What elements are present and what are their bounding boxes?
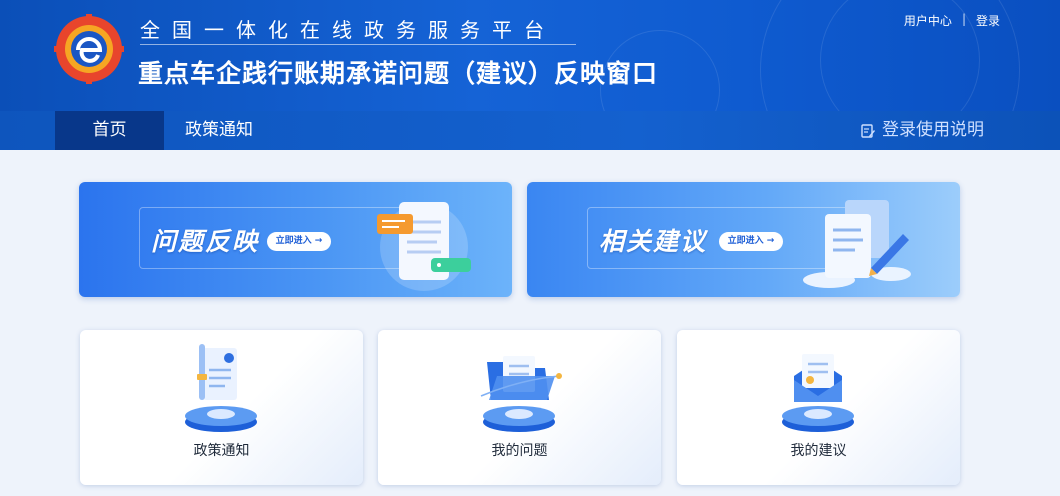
- policy-scroll-icon: [185, 344, 257, 432]
- nav-home[interactable]: 首页: [55, 111, 164, 150]
- page-title: 重点车企践行账期承诺问题（建议）反映窗口: [138, 59, 659, 88]
- main-nav: 首页 政策通知 登录使用说明: [0, 111, 1060, 150]
- card-label: 我的问题: [491, 443, 548, 459]
- header: 全国一体化在线政务服务平台 重点车企践行账期承诺问题（建议）反映窗口 用户中心 …: [0, 0, 1060, 111]
- card-label: 政策通知: [193, 443, 250, 459]
- my-suggestions-card[interactable]: 我的建议: [677, 330, 960, 485]
- login-guide-label: 登录使用说明: [882, 120, 984, 140]
- envelope-letter-icon: [782, 354, 854, 432]
- my-problems-card[interactable]: 我的问题: [378, 330, 661, 485]
- card-label: 我的建议: [790, 443, 847, 459]
- platform-logo-icon: [54, 14, 124, 84]
- policy-notice-card[interactable]: 政策通知: [80, 330, 363, 485]
- enter-now-button[interactable]: 立即进入 →: [719, 232, 783, 251]
- title-divider: [140, 44, 576, 45]
- link-separator: |: [961, 12, 966, 26]
- related-suggestions-banner[interactable]: 相关建议 立即进入 →: [527, 182, 960, 297]
- user-links: 用户中心 | 登录: [904, 12, 1000, 29]
- problem-feedback-banner[interactable]: 问题反映 立即进入 →: [79, 182, 512, 297]
- login-guide-link[interactable]: 登录使用说明: [860, 111, 984, 150]
- document-chat-icon: [377, 202, 471, 291]
- user-center-link[interactable]: 用户中心: [904, 12, 952, 29]
- nav-policy[interactable]: 政策通知: [164, 111, 274, 150]
- login-link[interactable]: 登录: [976, 12, 1000, 29]
- clipboard-pencil-icon: [803, 200, 911, 288]
- banner-title: 相关建议: [599, 227, 708, 256]
- banner-title: 问题反映: [151, 227, 260, 256]
- platform-subtitle: 全国一体化在线政务服务平台: [140, 18, 556, 42]
- folder-documents-icon: [480, 356, 562, 432]
- edit-document-icon: [861, 123, 875, 138]
- enter-now-button[interactable]: 立即进入 →: [267, 232, 331, 251]
